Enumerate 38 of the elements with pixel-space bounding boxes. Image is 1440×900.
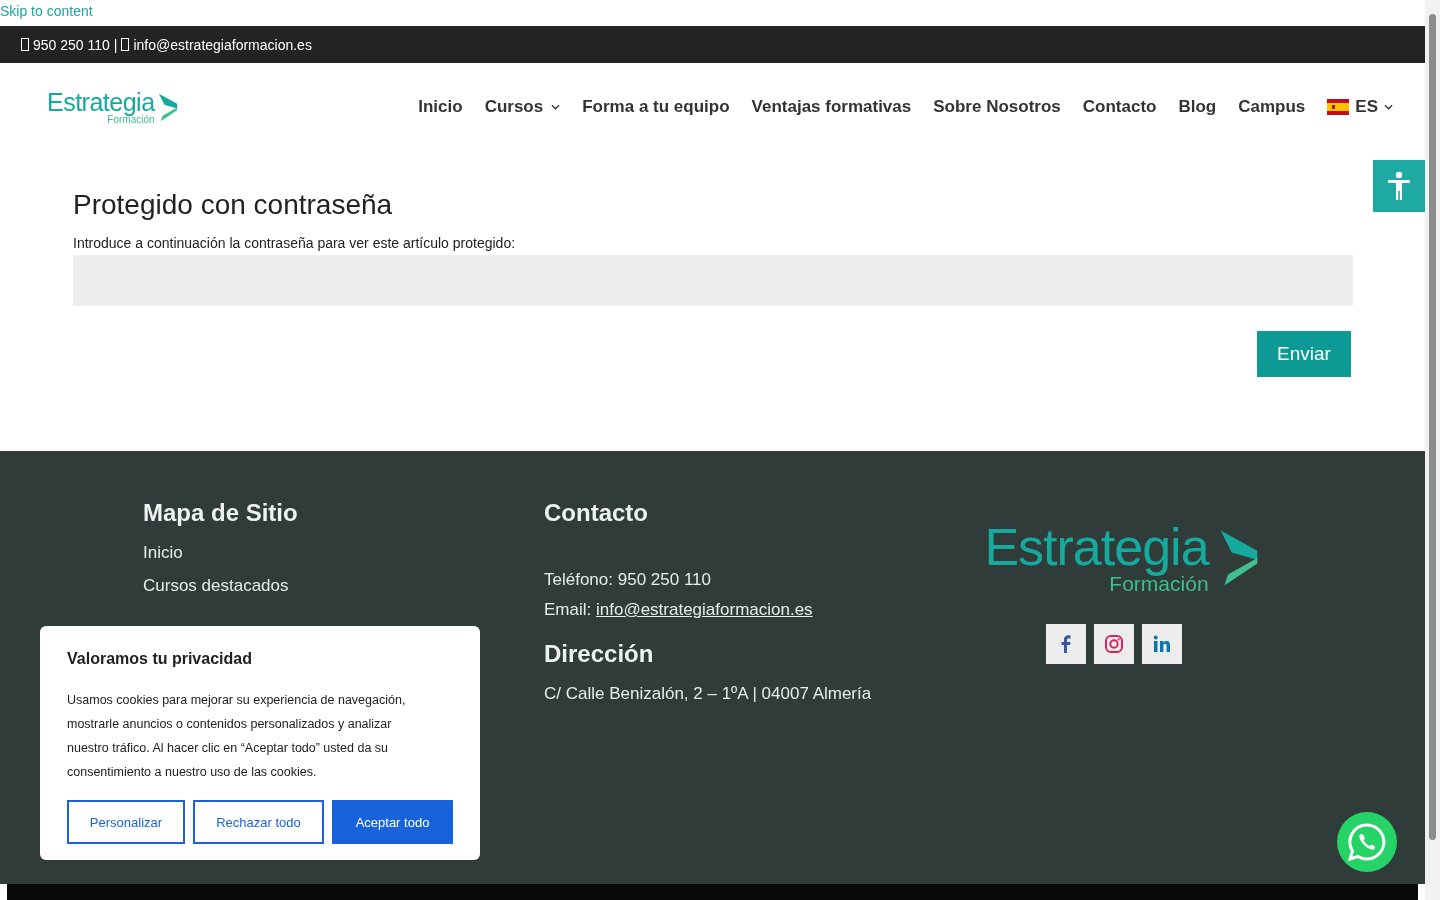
cookie-button[interactable]: Personalizar xyxy=(67,800,185,844)
email-address: info@estrategiaformacion.es xyxy=(133,36,312,53)
nav-link[interactable]: Forma a tu equipo xyxy=(582,97,730,117)
nav-link[interactable]: Ventajas formativas xyxy=(751,97,912,117)
language-selector[interactable]: ES xyxy=(1327,97,1393,117)
footer-heading: Dirección xyxy=(544,640,654,668)
footer-link[interactable]: Inicio xyxy=(143,543,183,563)
footer-heading: Mapa de Sitio xyxy=(143,499,298,527)
footer-logo: Estrategia Formación xyxy=(984,521,1261,594)
instagram-icon[interactable] xyxy=(1093,624,1134,664)
linkedin-icon[interactable] xyxy=(1141,624,1182,664)
flag-icon xyxy=(1327,99,1350,115)
nav-link[interactable]: Campus xyxy=(1238,97,1306,117)
email-label: Email: xyxy=(544,600,592,619)
cookie-button[interactable]: Rechazar todo xyxy=(193,800,324,844)
accessibility-button[interactable] xyxy=(1373,160,1425,212)
nav-link[interactable]: Contacto xyxy=(1082,97,1157,117)
separator: | xyxy=(113,36,118,53)
facebook-icon[interactable] xyxy=(1045,624,1086,664)
cookie-text: Usamos cookies para mejorar su experiencia de navegación, mostrarle anuncios o contenidos personalizados y analizar nuestro tráfico. Al hacer clic en “Aceptar todo” usted da su consentimiento a nuestro uso de las cookies. xyxy=(67,692,407,781)
nav-link[interactable]: Blog xyxy=(1178,97,1217,117)
cookie-button[interactable]: Aceptar todo xyxy=(332,800,453,844)
footer-heading: Contacto xyxy=(544,499,648,527)
nav-link[interactable]: Cursos xyxy=(484,97,561,117)
nav-link[interactable]: Inicio xyxy=(418,97,463,117)
accessibility-icon xyxy=(1387,171,1411,201)
address: C/ Calle Benizalón, 2 – 1ºA | 04007 Almería xyxy=(544,684,872,704)
instructions: Introduce a continuación la contraseña para ver este artículo protegido: xyxy=(73,235,517,251)
phone-number: 950 250 110 xyxy=(33,36,110,53)
cookie-title: Valoramos tu privacidad xyxy=(67,650,253,668)
phone-line: Teléfono: 950 250 110 xyxy=(544,570,711,590)
page-title: Protegido con contraseña xyxy=(73,189,394,221)
email-link[interactable]: info@estrategiaformacion.es xyxy=(595,600,813,619)
footer-link[interactable]: Cursos destacados xyxy=(143,576,289,596)
scrollbar[interactable] xyxy=(1425,0,1440,900)
caret-icon xyxy=(1384,104,1393,110)
caret-icon xyxy=(551,104,561,110)
nav-link[interactable]: Sobre Nosotros xyxy=(933,97,1061,117)
